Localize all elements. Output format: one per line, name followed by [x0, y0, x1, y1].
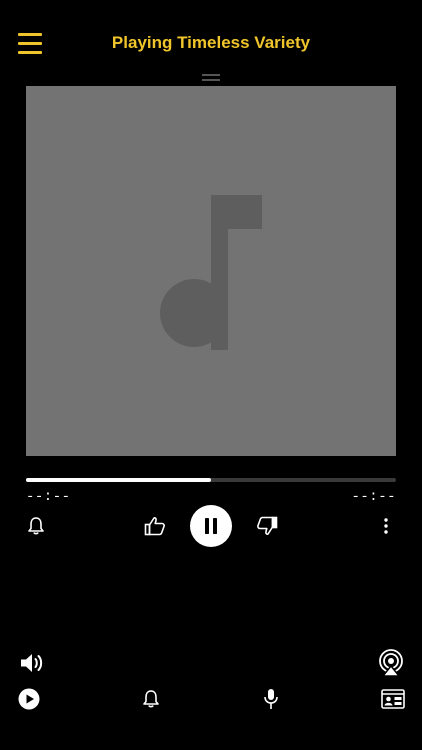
progress-bar[interactable]	[26, 478, 396, 482]
play-circle-icon	[18, 688, 40, 710]
more-options-button[interactable]	[376, 514, 396, 538]
thumbs-up-button[interactable]	[142, 514, 168, 538]
more-vertical-icon	[384, 518, 388, 534]
alert-button[interactable]	[24, 514, 48, 538]
album-artwork	[26, 86, 396, 456]
play-station-button[interactable]	[17, 687, 41, 711]
elapsed-time: --:--	[26, 489, 71, 505]
thumbs-up-icon	[144, 517, 165, 536]
microphone-button[interactable]	[260, 687, 282, 711]
contact-card-icon	[381, 689, 405, 709]
bell-icon	[143, 690, 159, 708]
pause-button[interactable]	[190, 505, 232, 547]
progress-fill	[26, 478, 211, 482]
remaining-time: --:--	[351, 489, 396, 505]
thumbs-down-icon	[257, 516, 278, 535]
music-note-icon	[160, 195, 262, 350]
pause-icon	[205, 518, 217, 534]
airplay-button[interactable]	[377, 648, 405, 678]
page-title: Playing Timeless Variety	[111, 33, 311, 52]
drag-handle[interactable]	[202, 74, 220, 81]
bell-icon	[28, 517, 44, 535]
volume-button[interactable]	[18, 650, 46, 676]
speaker-volume-icon	[21, 654, 43, 672]
microphone-icon	[264, 689, 278, 709]
thumbs-down-button[interactable]	[254, 514, 280, 538]
airplay-icon	[379, 649, 403, 677]
station-info-button[interactable]	[380, 688, 406, 710]
alarm-button[interactable]	[139, 687, 163, 711]
